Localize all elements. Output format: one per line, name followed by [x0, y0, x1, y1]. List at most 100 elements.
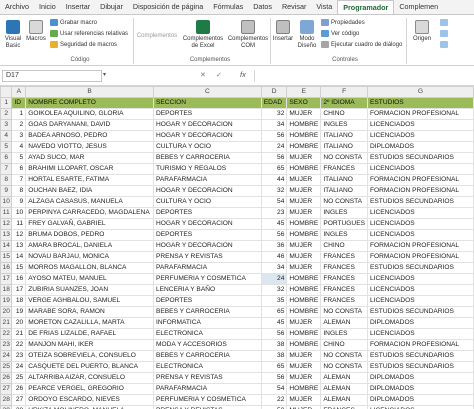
- tab-complemen[interactable]: Complemen: [394, 0, 443, 14]
- usar-referencias-button[interactable]: Usar referencias relativas: [50, 29, 128, 38]
- row-header[interactable]: 17: [0, 273, 13, 285]
- cell-g[interactable]: FORMACION PROFESIONAL: [367, 240, 474, 252]
- cell-f[interactable]: ITALIANO: [320, 130, 368, 142]
- cell-b[interactable]: ZUBIRIA SUANZES, JOAN: [25, 284, 154, 296]
- cell-a[interactable]: 26: [11, 383, 27, 395]
- cell-b[interactable]: OUCHAN BAEZ, IDIA: [25, 185, 154, 197]
- cell-c[interactable]: ELECTRONICA: [152, 361, 262, 373]
- cell-g[interactable]: LICENCIADOS: [367, 328, 474, 340]
- cell-d[interactable]: 56: [260, 152, 288, 164]
- cell-a[interactable]: 6: [11, 163, 27, 175]
- cell-a[interactable]: 14: [11, 251, 27, 263]
- cell-c[interactable]: DEPORTES: [152, 207, 262, 219]
- ver-codigo-button[interactable]: Ver código: [321, 29, 359, 38]
- cell-d[interactable]: 45: [260, 317, 288, 329]
- cell-c[interactable]: PERFUMERIA Y COSMETICA: [152, 273, 262, 285]
- row-header[interactable]: 11: [0, 207, 13, 219]
- row-header[interactable]: 2: [0, 108, 13, 120]
- row-header[interactable]: 7: [0, 163, 13, 175]
- tab-programador[interactable]: Programador: [337, 0, 395, 15]
- cell-g[interactable]: LICENCIADOS: [367, 130, 474, 142]
- spreadsheet-grid[interactable]: ABCDEFG 1 ID NOMBRE COMPLETO SECCION EDAD SEX…: [0, 86, 474, 409]
- formula-input[interactable]: [254, 70, 472, 82]
- cell-b[interactable]: BRUMA DOBOS, PEDRO: [25, 229, 154, 241]
- cell-e[interactable]: MUJER: [286, 317, 322, 329]
- cell-f[interactable]: FRANCES: [320, 163, 368, 175]
- cell-f[interactable]: FRANCES: [320, 295, 368, 307]
- cell-d[interactable]: 22: [260, 394, 288, 406]
- chevron-down-icon[interactable]: ▾: [103, 71, 106, 78]
- cell-d[interactable]: 56: [260, 328, 288, 340]
- cell-b[interactable]: VERGE AGHBALOU, SAMUEL: [25, 295, 154, 307]
- select-all-corner[interactable]: [0, 86, 13, 98]
- cell-e[interactable]: MUJER: [286, 185, 322, 197]
- row-header[interactable]: 5: [0, 141, 13, 153]
- cell-b[interactable]: PEARCE VERGEL, GREGORIO: [25, 383, 154, 395]
- cell-e[interactable]: MUJER: [286, 262, 322, 274]
- cell-e[interactable]: HOMBRE: [286, 284, 322, 296]
- row-header[interactable]: 6: [0, 152, 13, 164]
- row-header[interactable]: 10: [0, 196, 13, 208]
- cell-b[interactable]: NAVEDO VIOTTO, JESUS: [25, 141, 154, 153]
- cell-d[interactable]: 65: [260, 361, 288, 373]
- cell-e[interactable]: MUJER: [286, 174, 322, 186]
- cell-e[interactable]: MUJER: [286, 394, 322, 406]
- cell-g[interactable]: LICENCIADOS: [367, 405, 474, 409]
- cell-d[interactable]: 32: [260, 108, 288, 120]
- cell-d[interactable]: 65: [260, 163, 288, 175]
- cell-a[interactable]: 11: [11, 218, 27, 230]
- cell-a[interactable]: 1: [11, 108, 27, 120]
- cell-d[interactable]: 24: [260, 141, 288, 153]
- cell-a[interactable]: 22: [11, 339, 27, 351]
- cell-f[interactable]: CHINO: [320, 339, 368, 351]
- cell-d[interactable]: 46: [260, 251, 288, 263]
- column-title-cell[interactable]: SECCION: [152, 97, 262, 109]
- cell-d[interactable]: 54: [260, 196, 288, 208]
- cell-a[interactable]: 7: [11, 174, 27, 186]
- cell-d[interactable]: 38: [260, 339, 288, 351]
- cell-a[interactable]: 25: [11, 372, 27, 384]
- cell-a[interactable]: 13: [11, 240, 27, 252]
- cell-g[interactable]: FORMACION PROFESIONAL: [367, 339, 474, 351]
- column-header-g[interactable]: G: [367, 86, 474, 98]
- cell-e[interactable]: MUJER: [286, 207, 322, 219]
- cell-a[interactable]: 15: [11, 262, 27, 274]
- cell-d[interactable]: 56: [260, 130, 288, 142]
- tab-revisar[interactable]: Revisar: [277, 0, 311, 14]
- cell-g[interactable]: FORMACION PROFESIONAL: [367, 185, 474, 197]
- cell-e[interactable]: HOMBRE: [286, 141, 322, 153]
- cell-g[interactable]: LICENCIADOS: [367, 295, 474, 307]
- column-title-cell[interactable]: NOMBRE COMPLETO: [25, 97, 154, 109]
- row-header[interactable]: 14: [0, 240, 13, 252]
- cell-e[interactable]: HOMBRE: [286, 328, 322, 340]
- cell-f[interactable]: CHINO: [320, 108, 368, 120]
- cell-b[interactable]: ORDOYO ESCARDO, NIEVES: [25, 394, 154, 406]
- cell-f[interactable]: NO CONSTA: [320, 152, 368, 164]
- cell-e[interactable]: HOMBRE: [286, 163, 322, 175]
- cell-g[interactable]: LICENCIADOS: [367, 273, 474, 285]
- cell-b[interactable]: DE FRIAS LIZALDE, RAFAEL: [25, 328, 154, 340]
- cell-a[interactable]: 24: [11, 361, 27, 373]
- cell-c[interactable]: BEBES Y CARROCERIA: [152, 306, 262, 318]
- xml-small-button[interactable]: [440, 40, 450, 49]
- propiedades-button[interactable]: Propiedades: [321, 18, 365, 27]
- cell-a[interactable]: 4: [11, 141, 27, 153]
- tab-archivo[interactable]: Archivo: [0, 0, 34, 14]
- row-header[interactable]: 9: [0, 185, 13, 197]
- cell-c[interactable]: CULTURA Y OCIO: [152, 141, 262, 153]
- cell-f[interactable]: FRANCES: [320, 284, 368, 296]
- cell-d[interactable]: 50: [260, 405, 288, 409]
- cell-d[interactable]: 44: [260, 174, 288, 186]
- column-title-cell[interactable]: 2º IDIOMA: [320, 97, 368, 109]
- cell-b[interactable]: MORROS MAGALLON, BLANCA: [25, 262, 154, 274]
- cell-f[interactable]: ALEMAN: [320, 317, 368, 329]
- cell-c[interactable]: HOGAR Y DECORACION: [152, 218, 262, 230]
- cell-g[interactable]: DIPLOMADOS: [367, 394, 474, 406]
- cell-f[interactable]: ITALIANO: [320, 141, 368, 153]
- cell-c[interactable]: PRENSA Y REVISTAS: [152, 251, 262, 263]
- cell-c[interactable]: LENCERIA Y BAÑO: [152, 284, 262, 296]
- tab-dibujar[interactable]: Dibujar: [95, 0, 128, 14]
- cell-d[interactable]: 34: [260, 119, 288, 131]
- cell-g[interactable]: DIPLOMADOS: [367, 383, 474, 395]
- row-header[interactable]: 27: [0, 383, 13, 395]
